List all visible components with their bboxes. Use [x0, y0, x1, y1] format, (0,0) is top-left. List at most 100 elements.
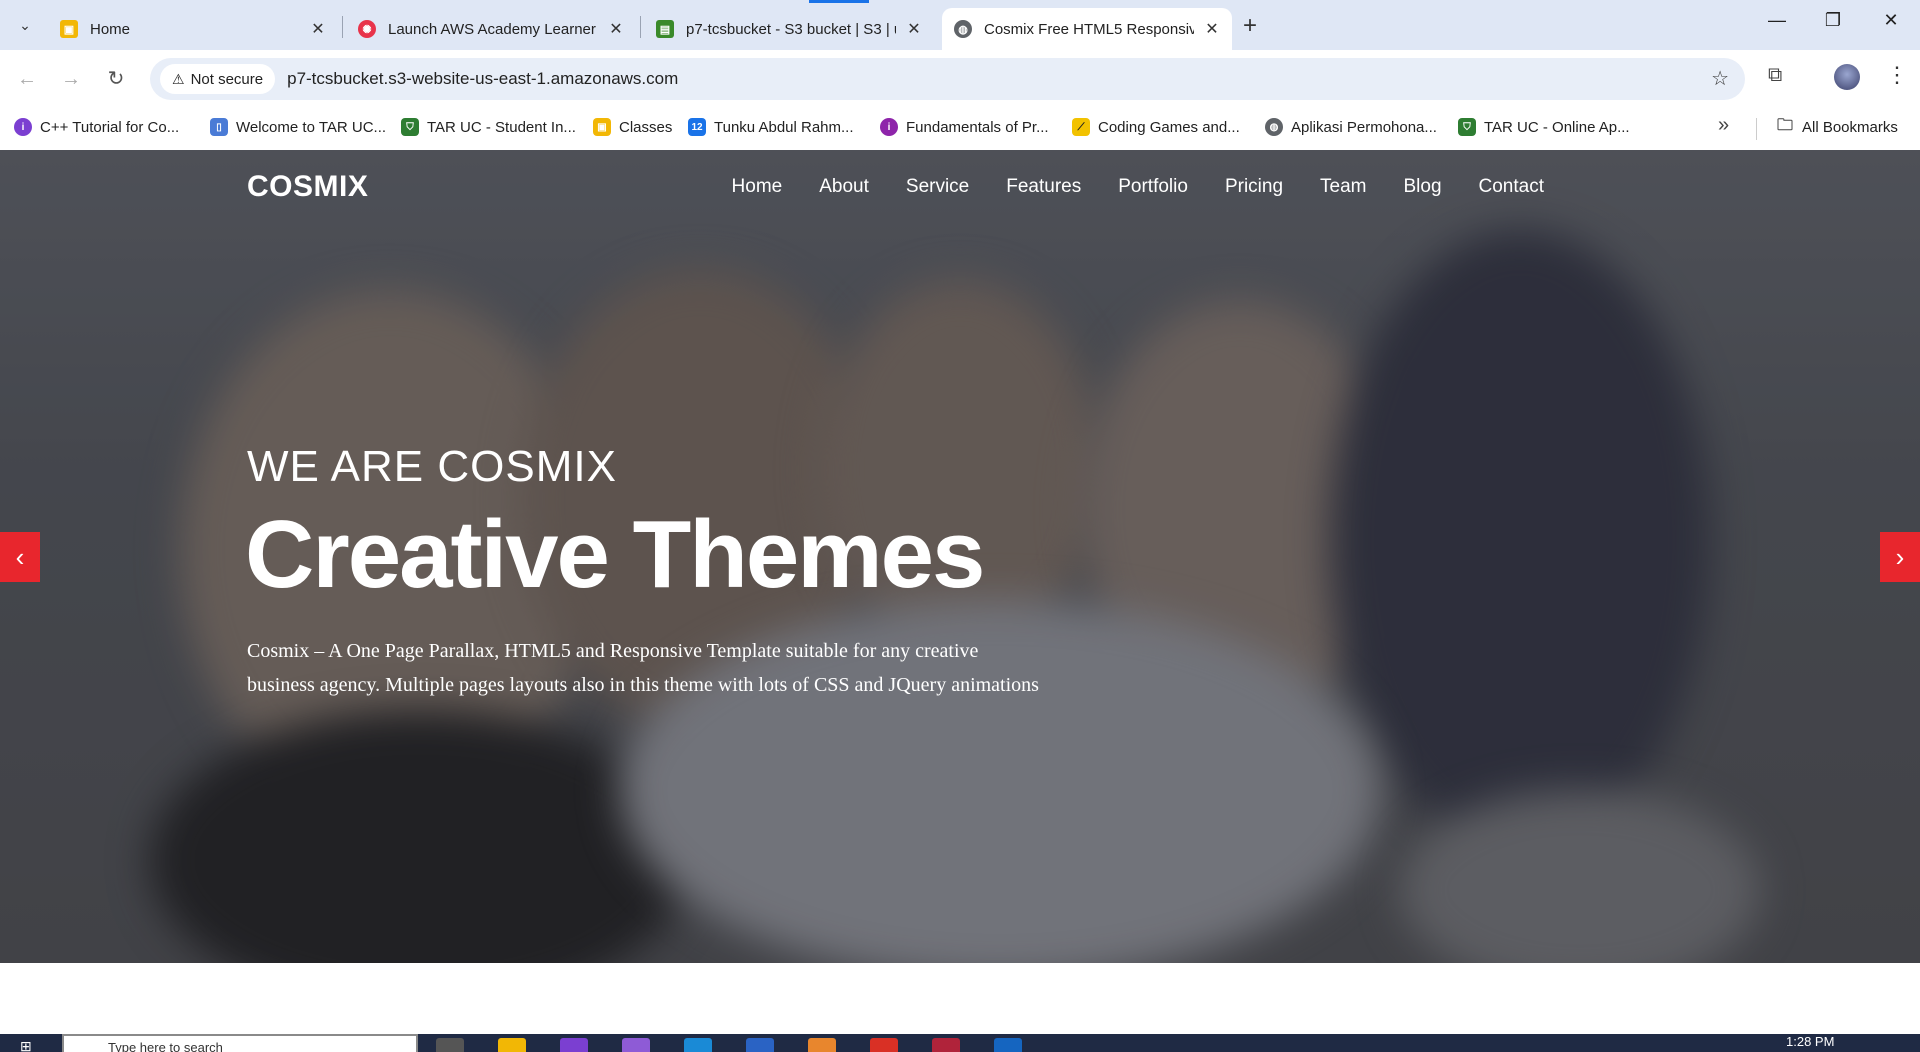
nav-pricing[interactable]: Pricing [1225, 176, 1283, 198]
bookmark-item[interactable]: i Fundamentals of Pr... [880, 118, 1049, 136]
app-icon[interactable] [994, 1038, 1022, 1052]
all-bookmarks-label: All Bookmarks [1802, 118, 1898, 136]
nav-portfolio[interactable]: Portfolio [1118, 176, 1188, 198]
close-icon[interactable]: ✕ [308, 19, 328, 39]
windows-taskbar: ⊞ Type here to search 1:28 PM [0, 1034, 1920, 1052]
visual-studio-alt-icon[interactable] [622, 1038, 650, 1052]
tab-title: p7-tcsbucket - S3 bucket | S3 | us-east-… [686, 20, 896, 38]
reload-icon[interactable]: ↻ [101, 64, 131, 94]
bookmark-favicon-icon: i [14, 118, 32, 136]
bookmark-item[interactable]: ⟋ Coding Games and... [1072, 118, 1240, 136]
chevron-right-icon: › [1895, 541, 1905, 572]
bookmark-item[interactable]: 12 Tunku Abdul Rahm... [688, 118, 854, 136]
bookmark-shield-icon: ⛉ [1458, 118, 1476, 136]
close-icon[interactable]: ✕ [606, 19, 626, 39]
taskbar-clock[interactable]: 1:28 PM [1786, 1034, 1834, 1049]
site-nav: Home About Service Features Portfolio Pr… [695, 176, 1544, 198]
bookmark-star-icon[interactable]: ☆ [1711, 66, 1729, 91]
vscode-icon[interactable] [684, 1038, 712, 1052]
more-bookmarks-chevron-icon[interactable]: » [1718, 114, 1729, 137]
window-close-icon[interactable]: ✕ [1876, 10, 1906, 31]
nav-team[interactable]: Team [1320, 176, 1366, 198]
folder-icon: 🗀 [1776, 116, 1793, 134]
tab-title: Home [90, 20, 131, 38]
globe-icon: ◍ [954, 20, 972, 38]
bookmark-label: Tunku Abdul Rahm... [714, 118, 854, 136]
bookmark-item[interactable]: ⛉ TAR UC - Student In... [401, 118, 576, 136]
browser-tab-strip: ⌄ ▣ Home ✕ ✺ Launch AWS Academy Learner … [0, 0, 1920, 50]
bookmark-favicon-icon: i [880, 118, 898, 136]
address-bar[interactable]: ⚠ Not secure p7-tcsbucket.s3-website-us-… [150, 58, 1745, 100]
tab-cosmix[interactable]: ◍ Cosmix Free HTML5 Responsive Template … [942, 8, 1232, 50]
tab-search-chevron-icon[interactable]: ⌄ [9, 10, 41, 40]
bookmark-calendar-icon: 12 [688, 118, 706, 136]
bookmark-label: Fundamentals of Pr... [906, 118, 1049, 136]
chrome-icon[interactable] [870, 1038, 898, 1052]
bookmark-classroom-icon: ▣ [593, 118, 611, 136]
nav-service[interactable]: Service [906, 176, 969, 198]
bookmark-item[interactable]: i C++ Tutorial for Co... [14, 118, 179, 136]
slider-prev-button[interactable]: ‹ [0, 532, 40, 582]
url-text[interactable]: p7-tcsbucket.s3-website-us-east-1.amazon… [287, 69, 678, 89]
taskbar-search-input[interactable]: Type here to search [62, 1034, 418, 1052]
all-bookmarks-button[interactable]: 🗀 All Bookmarks [1776, 116, 1898, 136]
hero-title: Creative Themes [245, 501, 985, 608]
app-icon[interactable] [932, 1038, 960, 1052]
bookmark-item[interactable]: ▯ Welcome to TAR UC... [210, 118, 386, 136]
app-icon[interactable] [746, 1038, 774, 1052]
file-explorer-icon[interactable] [498, 1038, 526, 1052]
tab-separator [342, 16, 343, 38]
slider-next-button[interactable]: › [1880, 532, 1920, 582]
site-logo[interactable]: COSMIX [247, 170, 368, 204]
nav-contact[interactable]: Contact [1479, 176, 1544, 198]
bookmark-label: TAR UC - Online Ap... [1484, 118, 1630, 136]
chevron-left-icon: ‹ [15, 541, 25, 572]
bookmark-item[interactable]: ⛉ TAR UC - Online Ap... [1458, 118, 1630, 136]
forward-arrow-icon[interactable]: → [56, 64, 86, 94]
bookmark-label: Welcome to TAR UC... [236, 118, 387, 136]
tab-aws-academy[interactable]: ✺ Launch AWS Academy Learner Lab ✕ [346, 8, 636, 50]
close-icon[interactable]: ✕ [904, 19, 924, 39]
app-icon[interactable] [808, 1038, 836, 1052]
security-label: Not secure [190, 70, 264, 88]
nav-about[interactable]: About [819, 176, 869, 198]
restore-icon[interactable]: ❐ [1818, 10, 1848, 31]
bookmark-label: Aplikasi Permohona... [1291, 118, 1437, 136]
windows-start-icon[interactable]: ⊞ [20, 1038, 40, 1052]
nav-home[interactable]: Home [732, 176, 783, 198]
browser-menu-icon[interactable]: ⋮ [1886, 62, 1908, 88]
bookmark-label: Coding Games and... [1098, 118, 1240, 136]
bookmarks-separator [1756, 118, 1757, 140]
bookmark-codingame-icon: ⟋ [1072, 118, 1090, 136]
tab-home[interactable]: ▣ Home ✕ [48, 8, 338, 50]
site-info-chip[interactable]: ⚠ Not secure [160, 64, 276, 94]
close-icon[interactable]: ✕ [1202, 19, 1222, 39]
classroom-icon: ▣ [60, 20, 78, 38]
bookmark-globe-icon: ◍ [1265, 118, 1283, 136]
bookmark-label: TAR UC - Student In... [427, 118, 576, 136]
tab-separator [640, 16, 641, 38]
bookmarks-bar: i C++ Tutorial for Co... ▯ Welcome to TA… [0, 108, 1920, 150]
nav-blog[interactable]: Blog [1403, 176, 1441, 198]
extensions-puzzle-icon[interactable]: ⧉ [1768, 64, 1782, 87]
tab-s3-bucket[interactable]: ▤ p7-tcsbucket - S3 bucket | S3 | us-eas… [644, 8, 934, 50]
tab-loading-indicator [809, 0, 869, 3]
browser-toolbar: ← → ↻ ⚠ Not secure p7-tcsbucket.s3-websi… [0, 50, 1920, 108]
visual-studio-icon[interactable] [560, 1038, 588, 1052]
warning-triangle-icon: ⚠ [172, 70, 185, 87]
hero-kicker: WE ARE COSMIX [247, 442, 617, 491]
profile-avatar[interactable] [1834, 64, 1860, 90]
nav-features[interactable]: Features [1006, 176, 1081, 198]
bookmark-item[interactable]: ▣ Classes [593, 118, 672, 136]
bookmark-item[interactable]: ◍ Aplikasi Permohona... [1265, 118, 1437, 136]
new-tab-plus-icon[interactable]: + [1243, 12, 1257, 40]
minimize-icon[interactable]: — [1762, 10, 1792, 31]
bookmark-shield-icon: ⛉ [401, 118, 419, 136]
task-view-icon[interactable] [436, 1038, 464, 1052]
bookmark-label: C++ Tutorial for Co... [40, 118, 180, 136]
bookmark-document-icon: ▯ [210, 118, 228, 136]
tab-title: Launch AWS Academy Learner Lab [388, 20, 598, 38]
bookmark-label: Classes [619, 118, 673, 136]
back-arrow-icon[interactable]: ← [12, 64, 42, 94]
canvas-icon: ✺ [358, 20, 376, 38]
